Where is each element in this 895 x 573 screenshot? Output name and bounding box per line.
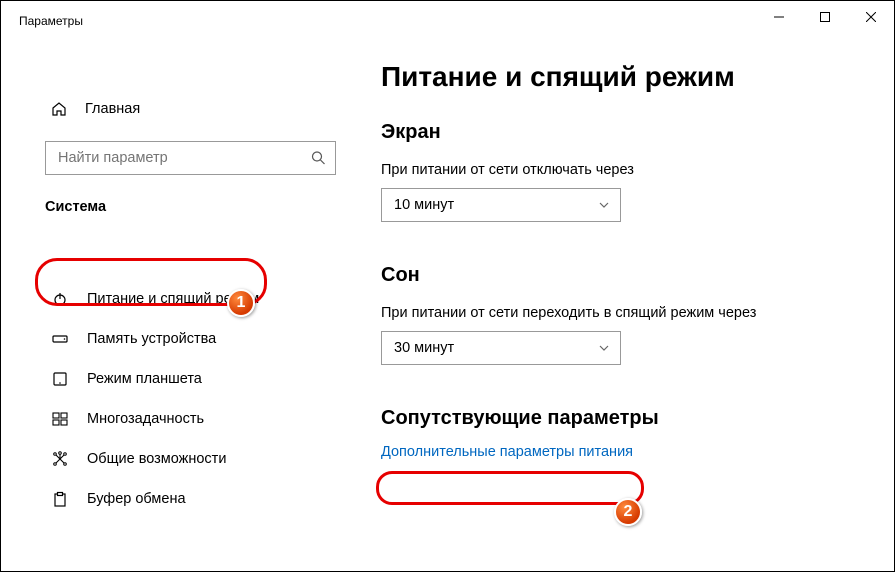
sidebar-item-shared[interactable]: Общие возможности [1, 439, 346, 479]
content-area: Главная Система Питание и спящий режим П… [1, 41, 894, 573]
sleep-label: При питании от сети переходить в спящий … [381, 305, 874, 321]
sidebar-item-label: Многозадачность [87, 411, 204, 427]
sleep-value: 30 минут [394, 340, 454, 356]
screen-off-dropdown[interactable]: 10 минут [381, 188, 621, 222]
clipboard-icon [51, 491, 69, 507]
chevron-down-icon [598, 342, 610, 354]
related-heading: Сопутствующие параметры [381, 407, 874, 430]
chevron-down-icon [598, 199, 610, 211]
maximize-button[interactable] [802, 1, 848, 33]
sidebar-nav: Питание и спящий режим Память устройства… [1, 279, 346, 519]
storage-icon [51, 331, 69, 347]
sidebar-item-tablet[interactable]: Режим планшета [1, 359, 346, 399]
close-button[interactable] [848, 1, 894, 33]
sidebar-item-multitask[interactable]: Многозадачность [1, 399, 346, 439]
home-icon [51, 101, 67, 117]
sidebar-item-label: Режим планшета [87, 371, 202, 387]
sidebar-home-label: Главная [85, 101, 140, 117]
search-field-wrap [45, 141, 336, 175]
main-panel: Питание и спящий режим Экран При питании… [346, 41, 894, 573]
titlebar: Параметры [1, 1, 894, 41]
sidebar-item-clipboard[interactable]: Буфер обмена [1, 479, 346, 519]
sleep-heading: Сон [381, 264, 874, 287]
sidebar-item-label: Память устройства [87, 331, 216, 347]
sidebar: Главная Система Питание и спящий режим П… [1, 41, 346, 573]
minimize-button[interactable] [756, 1, 802, 33]
power-icon [51, 291, 69, 307]
search-input[interactable] [45, 141, 336, 175]
sleep-dropdown[interactable]: 30 минут [381, 331, 621, 365]
screen-off-value: 10 минут [394, 197, 454, 213]
screen-heading: Экран [381, 121, 874, 144]
sidebar-item-label: Буфер обмена [87, 491, 186, 507]
sidebar-item-storage[interactable]: Память устройства [1, 319, 346, 359]
sidebar-item-label: Общие возможности [87, 451, 226, 467]
page-title: Питание и спящий режим [381, 61, 874, 93]
search-icon [311, 151, 326, 166]
shared-icon [51, 451, 69, 467]
sidebar-home[interactable]: Главная [1, 91, 346, 127]
sidebar-section-label: Система [1, 175, 346, 223]
additional-power-link[interactable]: Дополнительные параметры питания [381, 444, 874, 460]
sidebar-item-label: Питание и спящий режим [87, 291, 259, 307]
screen-off-label: При питании от сети отключать через [381, 162, 874, 178]
window-title: Параметры [19, 14, 83, 28]
tablet-icon [51, 371, 69, 387]
multitask-icon [51, 411, 69, 427]
sidebar-item-power[interactable]: Питание и спящий режим [1, 279, 346, 319]
window-controls [756, 1, 894, 33]
